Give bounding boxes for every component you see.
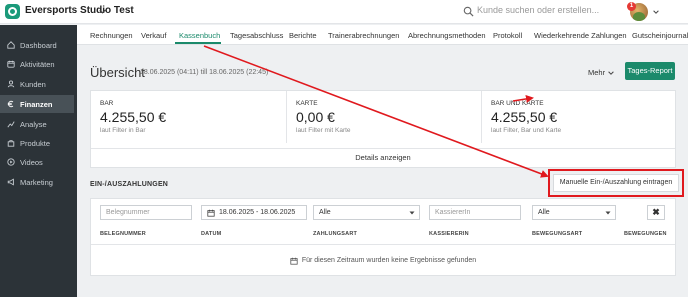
date-range-value: 18.06.2025 - 18.06.2025 <box>219 209 296 216</box>
stat-value: 0,00 € <box>296 109 335 125</box>
empty-state-message: Für diesen Zeitraum wurden keine Ergebni… <box>301 257 477 264</box>
sidebar-item-label: Dashboard <box>20 40 57 50</box>
more-menu-button[interactable]: Mehr <box>588 68 605 77</box>
stat-value: 4.255,50 € <box>100 109 167 125</box>
column-header-movement-type[interactable]: BEWEGUNGSART <box>532 231 582 237</box>
active-tab-indicator <box>175 42 221 44</box>
sidebar: Dashboard Aktivitäten Kunden Finanzen An… <box>0 25 77 297</box>
finance-icon <box>7 100 14 108</box>
videos-icon <box>7 158 15 166</box>
date-range-input[interactable]: 18.06.2025 - 18.06.2025 <box>201 205 307 220</box>
chevron-down-icon[interactable] <box>652 8 660 16</box>
sidebar-item-finance[interactable]: Finanzen <box>0 95 74 113</box>
cashier-input[interactable]: KassiererIn <box>429 205 521 220</box>
tab-abrechnungsmethoden[interactable]: Abrechnungsmethoden <box>408 31 486 40</box>
activities-icon <box>7 60 15 68</box>
analytics-icon <box>7 121 15 128</box>
stat-cash-and-card: BAR UND KARTE 4.255,50 € laut Filter, Ba… <box>481 91 676 143</box>
movement-type-select[interactable]: Alle <box>532 205 616 220</box>
sidebar-item-label: Videos <box>20 157 43 167</box>
tab-wiederkehrende-zahlungen[interactable]: Wiederkehrende Zahlungen <box>534 31 627 40</box>
sidebar-item-customers[interactable]: Kunden <box>0 76 74 92</box>
sidebar-item-label: Analyse <box>20 119 47 129</box>
sidebar-item-activities[interactable]: Aktivitäten <box>0 56 74 72</box>
chevron-down-icon[interactable] <box>98 7 107 16</box>
tab-gutscheinjournal[interactable]: Gutscheinjournal <box>632 31 688 40</box>
tab-berichte[interactable]: Berichte <box>289 31 317 40</box>
tab-bar: Rechnungen Verkauf Kassenbuch Tagesabsch… <box>77 25 688 45</box>
column-header-cashier[interactable]: KASSIERERIN <box>429 231 469 237</box>
sidebar-item-label: Aktivitäten <box>20 59 55 69</box>
sidebar-item-products[interactable]: Produkte <box>0 135 74 151</box>
stat-card: KARTE 0,00 € laut Filter mit Karte <box>286 91 481 143</box>
stat-label: KARTE <box>296 100 318 107</box>
search-input[interactable]: Kunde suchen oder erstellen... <box>477 5 599 15</box>
calendar-icon <box>207 209 215 217</box>
tab-rechnungen[interactable]: Rechnungen <box>90 31 133 40</box>
stat-cash: BAR 4.255,50 € laut Filter in Bar <box>91 91 286 143</box>
chevron-down-icon[interactable] <box>607 69 615 77</box>
stats-card: BAR 4.255,50 € laut Filter in Bar KARTE … <box>90 90 676 168</box>
sidebar-item-videos[interactable]: Videos <box>0 154 74 170</box>
date-range: 18.06.2025 (04:11) till 18.06.2025 (22:4… <box>140 69 269 76</box>
column-header-date[interactable]: DATUM <box>201 231 221 237</box>
dashboard-icon <box>7 41 15 49</box>
sidebar-item-marketing[interactable]: Marketing <box>0 174 74 190</box>
eversports-logo[interactable] <box>5 4 20 19</box>
caret-down-icon <box>605 211 611 215</box>
tab-protokoll[interactable]: Protokoll <box>493 31 522 40</box>
tab-kassenbuch[interactable]: Kassenbuch <box>179 31 220 40</box>
stat-subtext: laut Filter in Bar <box>100 127 146 134</box>
receipt-number-input[interactable]: Belegnummer <box>100 205 192 220</box>
calendar-icon <box>290 257 298 265</box>
sidebar-item-label: Finanzen <box>20 99 53 109</box>
payment-type-select[interactable]: Alle <box>313 205 420 220</box>
tab-tagesabschluss[interactable]: Tagesabschluss <box>230 31 283 40</box>
clear-filters-button[interactable]: ✖ <box>647 205 665 220</box>
search-icon[interactable] <box>463 6 474 17</box>
payment-type-value: Alle <box>319 209 331 216</box>
marketing-icon <box>7 178 14 186</box>
sidebar-item-dashboard[interactable]: Dashboard <box>0 37 74 53</box>
top-bar: Eversports Studio Test Kunde suchen oder… <box>0 0 688 24</box>
sidebar-item-analytics[interactable]: Analyse <box>0 116 74 132</box>
tab-verkauf[interactable]: Verkauf <box>141 31 166 40</box>
sidebar-item-label: Kunden <box>20 79 46 89</box>
stat-value: 4.255,50 € <box>491 109 558 125</box>
stat-label: BAR UND KARTE <box>491 100 544 107</box>
column-header-payment-type[interactable]: ZAHLUNGSART <box>313 231 357 237</box>
section-title: EIN-/AUSZAHLUNGEN <box>90 181 169 188</box>
sidebar-item-label: Marketing <box>20 177 53 187</box>
sidebar-item-label: Produkte <box>20 138 51 148</box>
page-title: Übersicht <box>90 65 145 80</box>
studio-name[interactable]: Eversports Studio Test <box>25 5 134 16</box>
customers-icon <box>7 80 15 88</box>
show-details-button[interactable]: Details anzeigen <box>91 148 675 168</box>
notification-badge[interactable]: 1 <box>627 2 636 11</box>
stat-subtext: laut Filter, Bar und Karte <box>491 127 562 134</box>
stat-label: BAR <box>100 100 114 107</box>
stat-subtext: laut Filter mit Karte <box>296 127 351 134</box>
daily-report-button[interactable]: Tages-Report <box>625 62 675 80</box>
annotation-highlight-box <box>548 169 684 197</box>
caret-down-icon <box>409 211 415 215</box>
products-icon <box>7 140 15 147</box>
column-header-receipt[interactable]: BELEGNUMMER <box>100 231 146 237</box>
payments-table-card: Belegnummer 18.06.2025 - 18.06.2025 Alle… <box>90 198 676 276</box>
empty-state-row: Für diesen Zeitraum wurden keine Ergebni… <box>91 244 675 276</box>
tab-trainerabrechnungen[interactable]: Trainerabrechnungen <box>328 31 399 40</box>
movement-type-value: Alle <box>538 209 550 216</box>
column-header-movements[interactable]: BEWEGUNGEN <box>624 231 667 237</box>
